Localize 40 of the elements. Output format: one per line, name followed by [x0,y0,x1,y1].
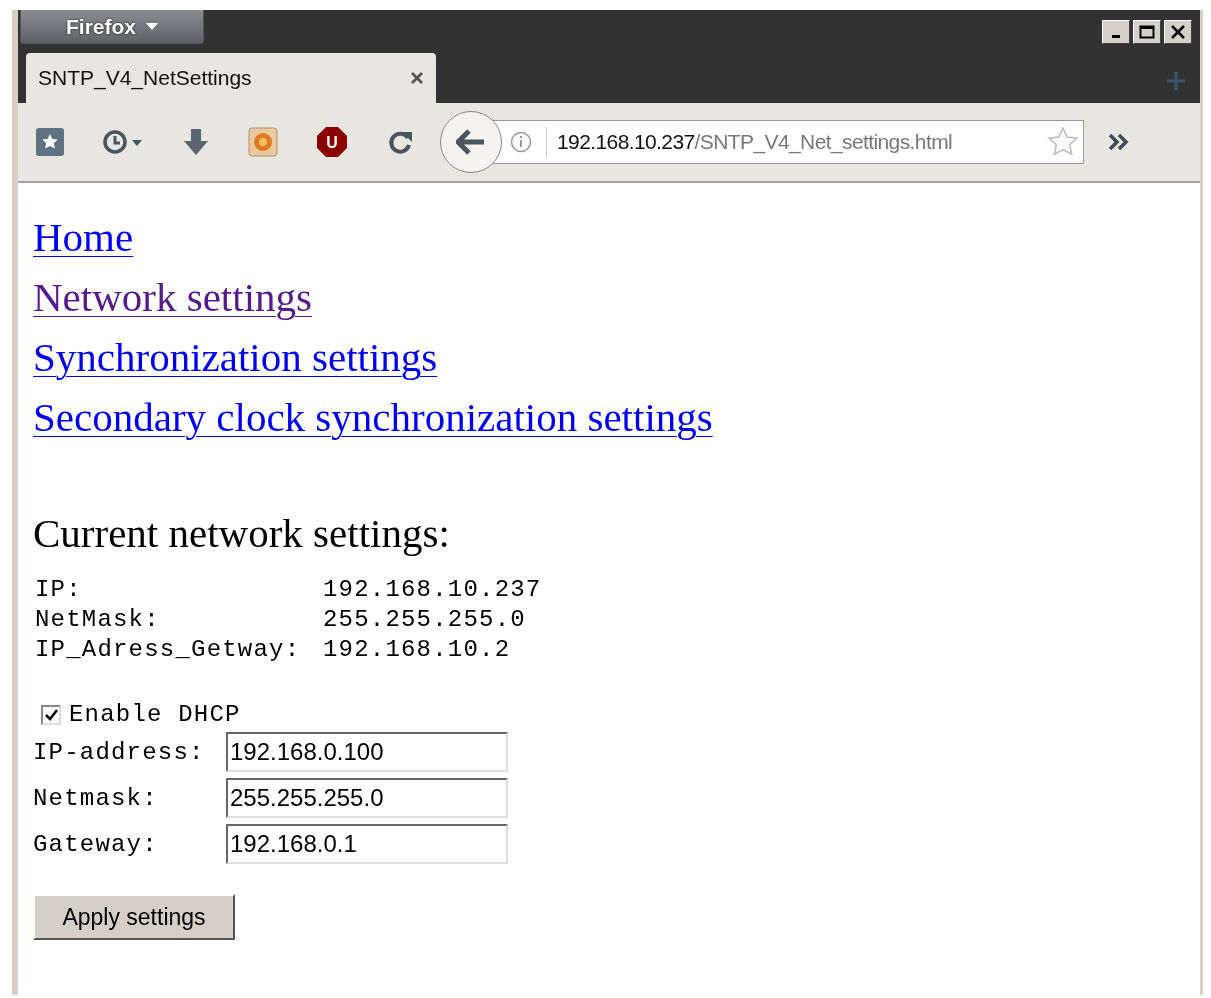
input-field[interactable]: 192.168.0.1 [226,824,508,864]
firefox-menu-button[interactable]: Firefox [20,10,204,44]
minimize-icon [1112,35,1120,38]
bookmark-star-icon[interactable] [1047,126,1079,158]
apply-settings-button[interactable]: Apply settings [33,894,235,940]
url-text: 192.168.10.237/SNTP_V4_Net_settings.html [557,130,953,154]
setting-label: NetMask: [35,605,161,635]
input-field[interactable]: 255.255.255.0 [226,778,508,818]
setting-label: IP_Adress_Getway: [35,635,302,665]
checkmark-icon [44,707,58,722]
dhcp-checkbox[interactable] [41,704,61,725]
ublock-icon[interactable]: U [316,126,348,158]
setting-value: 192.168.10.237 [323,575,542,605]
input-field[interactable]: 192.168.0.100 [226,732,508,772]
history-icon[interactable] [102,128,144,156]
nav-link[interactable]: Secondary clock synchronization settings [33,387,713,447]
browser-tab[interactable]: SNTP_V4_NetSettings [26,53,436,103]
close-button[interactable] [1164,20,1192,44]
nav-link[interactable]: Network settings [33,267,312,327]
close-tab-icon[interactable] [410,71,424,85]
section-heading: Current network settings: [33,509,451,558]
field-label: IP-address: [33,738,206,766]
bookmarks-icon[interactable] [36,128,64,156]
setting-value: 255.255.255.0 [323,605,527,635]
nav-link[interactable]: Synchronization settings [33,327,438,387]
download-icon[interactable] [182,127,210,157]
back-arrow-icon [456,129,486,155]
maximize-button[interactable] [1133,20,1161,44]
setting-label: IP: [35,575,83,605]
close-icon [1170,25,1186,39]
field-label: Gateway: [33,830,159,858]
minimize-button[interactable] [1102,20,1130,44]
overflow-chevron-icon[interactable] [1108,133,1130,151]
info-icon[interactable] [510,131,532,153]
checkbox-label: Enable DHCP [69,701,241,728]
nav-link[interactable]: Home [33,207,134,267]
maximize-icon [1139,25,1155,39]
setting-value: 192.168.10.2 [323,635,512,665]
caret-icon [146,23,158,30]
field-label: Netmask: [33,784,159,812]
